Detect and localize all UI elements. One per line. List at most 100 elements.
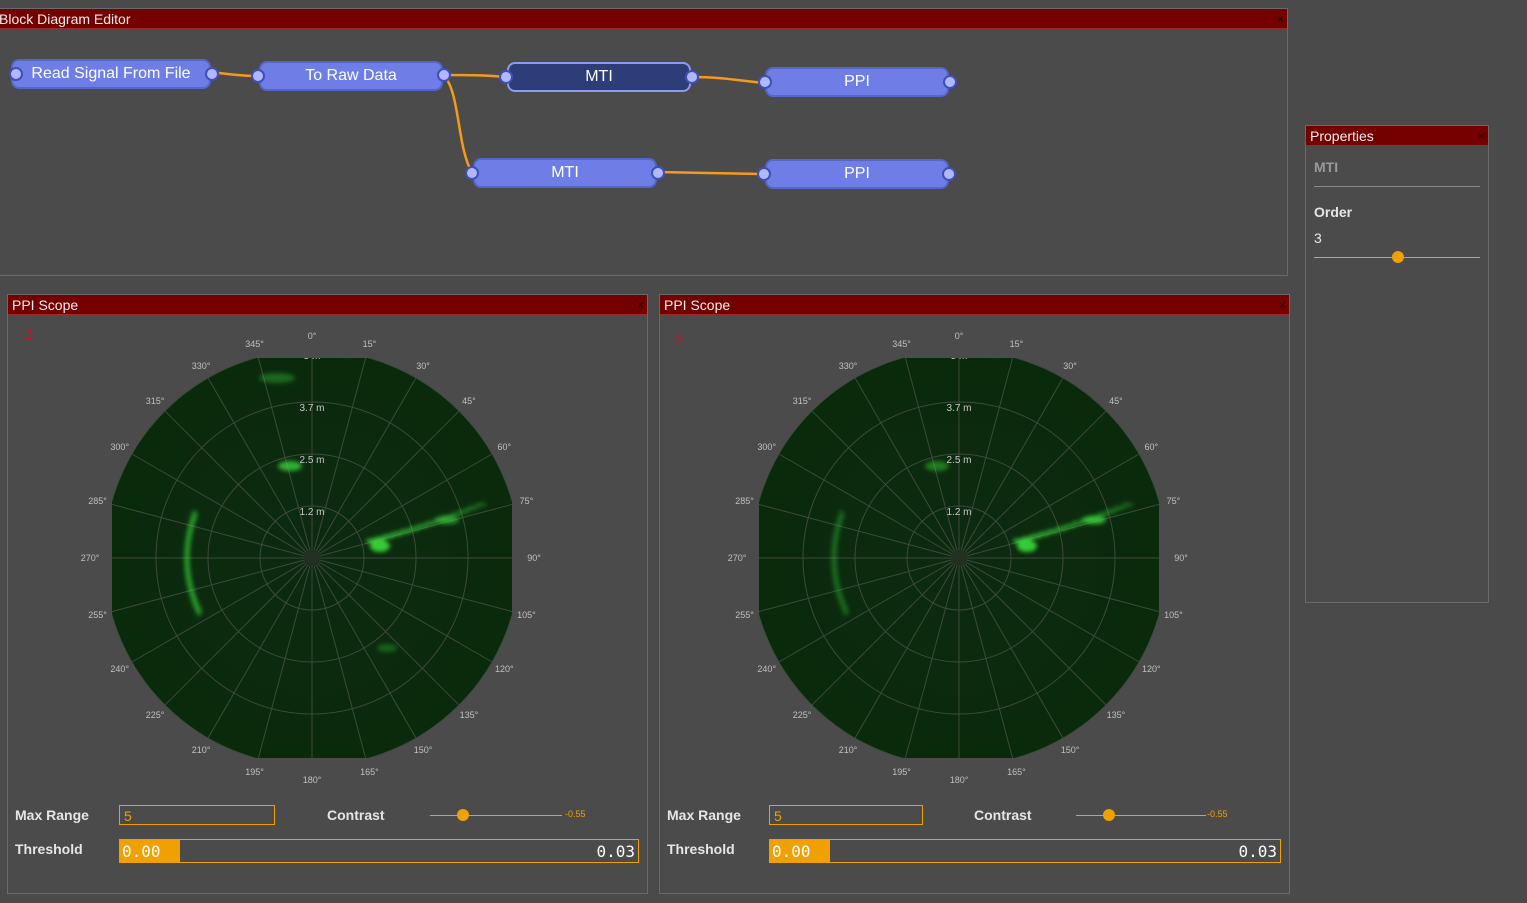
threshold-slider[interactable]: 0.00 0.03 — [769, 839, 1281, 863]
angle-label: 75° — [519, 495, 534, 506]
port-mti1-in[interactable] — [499, 70, 513, 84]
node-mti-2[interactable]: MTI — [473, 158, 657, 188]
port-ppi2-in[interactable] — [757, 167, 771, 181]
range-label: 5 m — [304, 358, 321, 362]
max-range-input[interactable]: 5 — [769, 805, 923, 825]
node-label: MTI — [551, 164, 579, 181]
echo-blob — [466, 505, 479, 511]
contrast-label: Contrast — [327, 807, 385, 823]
range-label: 5 m — [951, 358, 968, 362]
angle-label: 150° — [413, 745, 433, 756]
angle-label: 270° — [727, 553, 747, 563]
ppi-display[interactable]: 5 m 3.7 m 2.5 m 1.2 m — [759, 358, 1159, 758]
angle-label: 315° — [792, 396, 812, 407]
ppi-scope-titlebar[interactable]: PPI Scope × — [8, 295, 647, 315]
angle-label: 255° — [88, 610, 107, 621]
threshold-label: Threshold — [667, 841, 735, 857]
angle-label: 60° — [497, 442, 512, 452]
angle-label: 255° — [735, 610, 754, 621]
angle-label: 345° — [892, 338, 911, 349]
node-ppi-1[interactable]: PPI — [765, 67, 949, 97]
port-mti1-out[interactable] — [685, 70, 699, 84]
angle-label: 150° — [1060, 745, 1080, 756]
angle-label: 165° — [1007, 767, 1026, 778]
node-label: PPI — [844, 73, 870, 90]
angle-label: 60° — [1144, 442, 1159, 452]
angle-label: 180° — [302, 775, 322, 785]
max-range-label: Max Range — [15, 807, 89, 823]
edge-mti2-to-ppi2 — [657, 170, 764, 176]
echo-blob — [474, 502, 487, 508]
ppi-scope-titlebar[interactable]: PPI Scope × — [660, 295, 1289, 315]
angle-label: 285° — [735, 495, 754, 506]
slider-knob[interactable] — [1103, 809, 1115, 821]
range-label: 3.7 m — [299, 403, 324, 414]
node-ppi-2[interactable]: PPI — [765, 159, 949, 189]
node-to-raw-data[interactable]: To Raw Data — [259, 61, 443, 91]
slider-knob[interactable] — [457, 809, 469, 821]
angle-label: 90° — [1174, 553, 1188, 563]
angle-label: 240° — [757, 664, 777, 674]
echo-blob — [1113, 505, 1126, 511]
angle-label: 135° — [459, 709, 479, 720]
echo-blob — [1082, 516, 1106, 524]
threshold-min: 0.00 — [772, 842, 811, 861]
edge-raw-to-mti1 — [442, 73, 506, 79]
angle-label: 300° — [757, 442, 777, 452]
port-read-signal-out[interactable] — [205, 67, 219, 81]
echo-blob — [457, 509, 470, 514]
angle-label: 15° — [1009, 338, 1024, 349]
properties-panel: Properties × MTI Order 3 — [1305, 125, 1489, 603]
close-icon[interactable]: × — [637, 295, 644, 315]
angle-label: 330° — [838, 360, 858, 371]
echo-blob — [838, 510, 845, 521]
node-label: MTI — [585, 68, 613, 85]
angle-label: 45° — [462, 396, 476, 407]
port-mti2-out[interactable] — [651, 166, 665, 180]
slider-track — [1076, 815, 1206, 816]
max-range-input[interactable]: 5 — [119, 805, 275, 825]
threshold-max: 0.03 — [596, 842, 635, 861]
close-icon[interactable]: × — [1279, 295, 1286, 315]
angle-label: 300° — [110, 442, 130, 452]
angle-label: 225° — [145, 709, 165, 720]
max-range-label: Max Range — [667, 807, 741, 823]
echo-blob — [377, 644, 397, 652]
order-value: 3 — [1314, 230, 1322, 246]
block-name: MTI — [1314, 159, 1339, 175]
echo-blob — [925, 461, 949, 471]
port-to-raw-in[interactable] — [251, 69, 265, 83]
angle-label: 105° — [517, 610, 536, 621]
angle-label: 120° — [1141, 664, 1161, 674]
contrast-slider[interactable] — [430, 808, 562, 822]
port-ppi1-in[interactable] — [758, 75, 772, 89]
threshold-min: 0.00 — [122, 842, 161, 861]
threshold-label: Threshold — [15, 841, 83, 857]
port-read-signal-in[interactable] — [9, 67, 23, 81]
center-dot — [951, 550, 967, 566]
ppi-scope-panel: PPI Scope × 2 5 m 3.7 m 2.5 m 1.2 m Max Ran… — [7, 294, 648, 894]
ppi-display[interactable]: 5 m 3.7 m 2.5 m 1.2 m — [112, 358, 512, 758]
angle-label: 225° — [792, 709, 812, 720]
node-read-signal[interactable]: Read Signal From File — [11, 59, 211, 89]
port-mti2-in[interactable] — [465, 166, 479, 180]
echo-blob — [1017, 540, 1037, 552]
port-ppi2-out[interactable] — [942, 167, 956, 181]
node-label: To Raw Data — [305, 67, 397, 84]
contrast-slider[interactable] — [1076, 808, 1206, 822]
properties-titlebar[interactable]: Properties × — [1306, 126, 1488, 146]
close-icon[interactable]: × — [1478, 126, 1485, 146]
scope-id-label: 2 — [25, 326, 33, 342]
angle-label: 0° — [954, 331, 964, 341]
angle-label: 210° — [838, 745, 858, 756]
divider — [1314, 186, 1480, 187]
port-to-raw-out[interactable] — [437, 68, 451, 82]
node-mti-selected[interactable]: MTI — [507, 62, 691, 92]
slider-track — [430, 815, 562, 816]
threshold-slider[interactable]: 0.00 0.03 — [119, 839, 639, 863]
order-slider[interactable] — [1314, 250, 1480, 264]
port-ppi1-out[interactable] — [943, 75, 957, 89]
slider-knob[interactable] — [1392, 251, 1404, 263]
angle-label: 165° — [360, 767, 379, 778]
echo-blob — [1104, 509, 1117, 514]
